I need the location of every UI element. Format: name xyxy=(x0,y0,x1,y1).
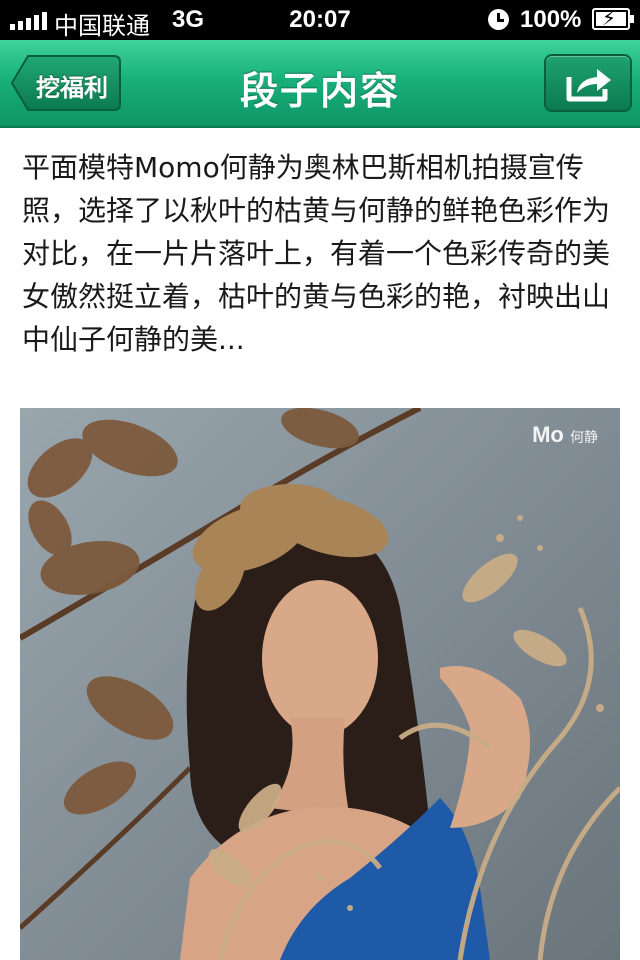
watermark-name: 何静 xyxy=(570,429,598,445)
article-photo[interactable]: Mo 何静 xyxy=(20,408,620,960)
battery-charging-icon: ⚡ xyxy=(592,8,634,30)
watermark-brand: Mo xyxy=(532,422,564,447)
status-bar: 中国联通 3G 20:07 100% ⚡ xyxy=(0,0,640,40)
battery-percent: 100% xyxy=(520,6,582,33)
navigation-bar: 挖福利 段子内容 xyxy=(0,40,640,128)
article-text: 平面模特Momo何静为奥林巴斯相机拍摄宣传照，选择了以秋叶的枯黄与何静的鲜艳色彩… xyxy=(22,151,611,356)
share-icon xyxy=(566,69,611,102)
alarm-clock-icon xyxy=(488,9,509,30)
share-button[interactable] xyxy=(544,54,632,112)
model-photo-illustration xyxy=(20,408,620,960)
photo-watermark-logo: Mo 何静 xyxy=(532,422,598,448)
